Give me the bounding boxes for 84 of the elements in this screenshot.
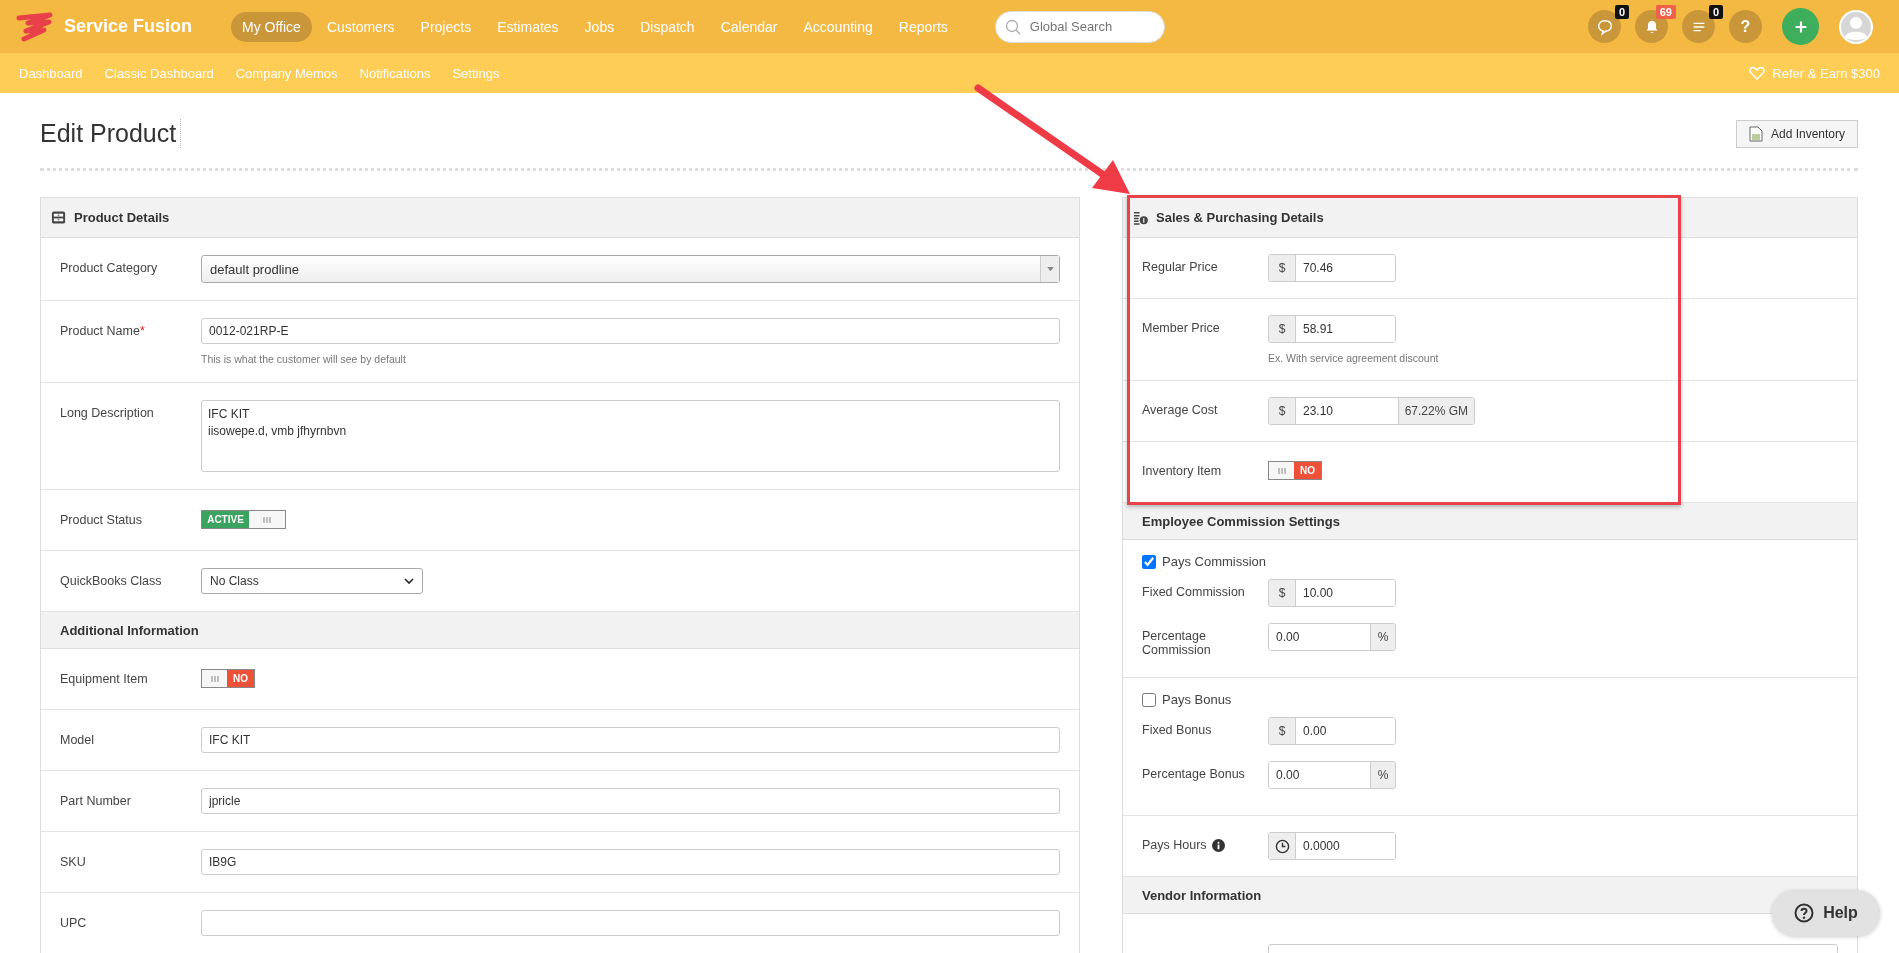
coins-icon	[1133, 210, 1148, 225]
cabinet-icon	[51, 210, 66, 225]
dropdown[interactable]: No Class	[201, 568, 423, 594]
price-field[interactable]: $ 23.10 67.22% GM	[1268, 397, 1475, 425]
percent-addon: %	[1370, 624, 1395, 650]
section-title: Additional Information	[60, 622, 199, 638]
search-icon	[1004, 18, 1021, 35]
field-label: Fixed Commission	[1142, 584, 1246, 599]
checkbox[interactable]	[1142, 554, 1156, 569]
input-field[interactable]: jpricle	[201, 788, 1060, 814]
input-field[interactable]: IB9G	[201, 849, 1060, 875]
chevron-icon	[404, 578, 414, 584]
amount-field[interactable]: $ 0.00	[1268, 717, 1396, 745]
count-badge: 0	[1614, 5, 1629, 19]
checkbox-label: Pays Bonus	[1162, 692, 1232, 707]
percent-addon: %	[1370, 762, 1395, 788]
section-title: Vendor Information	[1142, 887, 1262, 903]
list-button[interactable]	[1682, 10, 1715, 43]
amount-field[interactable]: $ 10.00	[1268, 579, 1396, 607]
grip-icon	[209, 674, 220, 683]
currency-addon: $	[1269, 580, 1296, 606]
field-label: Long Description	[60, 405, 155, 420]
field-label: Part Number	[60, 793, 132, 808]
hours-field[interactable]: 0.0000	[1268, 832, 1396, 860]
toggle-switch[interactable]: NO	[201, 669, 255, 688]
field-label: QuickBooks Class	[60, 573, 163, 588]
price-field[interactable]: $ 58.91	[1268, 315, 1396, 343]
field-label: Product Status	[60, 512, 143, 527]
search-field[interactable]: Global Search	[994, 10, 1165, 43]
field-label: Model	[60, 732, 96, 747]
field-label: Percentage Commission	[1142, 628, 1212, 657]
add-button[interactable]	[1782, 8, 1819, 45]
input-field[interactable]	[201, 910, 1060, 936]
input-field[interactable]: IFC KIT	[201, 727, 1060, 753]
clock-icon	[1274, 838, 1290, 854]
text-area[interactable]: IFC KIT iisowepe.d, vmb jfhyrnbvn	[201, 400, 1060, 472]
help-button[interactable]: ?	[1729, 10, 1762, 43]
field-label: UPC	[60, 915, 88, 930]
nav-tab[interactable]: My Office	[231, 11, 312, 42]
currency-addon: $	[1269, 398, 1296, 424]
toggle-switch[interactable]: ACTIVE	[201, 510, 286, 529]
field-label: Inventory Item	[1142, 463, 1223, 478]
field-label: Product Category	[60, 260, 159, 275]
heart-icon	[1749, 66, 1766, 80]
info-icon[interactable]	[1211, 838, 1225, 852]
currency-addon: $	[1269, 316, 1296, 342]
currency-addon: $	[1269, 255, 1296, 281]
document-icon	[1748, 125, 1763, 142]
add-inventory-button[interactable]: Add Inventory	[1735, 119, 1858, 148]
help-button[interactable]: Help	[1772, 890, 1880, 936]
question-icon	[1794, 903, 1815, 923]
help-text: Ex. With service agreement discount	[1268, 352, 1440, 364]
price-field[interactable]: $ 70.46	[1268, 254, 1396, 282]
field-label: Product Name*	[60, 323, 146, 338]
chat-button[interactable]	[1588, 10, 1621, 43]
margin-addon: 67.22% GM	[1397, 398, 1474, 424]
toggle-switch[interactable]: NO	[1268, 461, 1322, 480]
section-title: Employee Commission Settings	[1142, 513, 1340, 529]
panel-title: Product Details	[74, 210, 170, 225]
currency-addon: $	[1269, 718, 1296, 744]
field-label: Regular Price	[1142, 259, 1219, 274]
field-label: Pays Hours	[1142, 838, 1207, 852]
grip-icon	[262, 515, 272, 524]
help-text: This is what the customer will see by default	[201, 353, 407, 365]
panel-title: Sales & Purchasing Details	[1156, 210, 1324, 225]
field-label: Fixed Bonus	[1142, 722, 1213, 737]
caret-icon	[1046, 266, 1054, 272]
field-label: SKU	[60, 854, 87, 869]
brand-name: Service Fusion	[64, 16, 193, 37]
field-label: Percentage Bonus	[1142, 766, 1246, 781]
checkbox[interactable]	[1142, 692, 1156, 707]
field-label: Member Price	[1142, 320, 1221, 335]
count-badge: 69	[1655, 5, 1676, 19]
field-label: Equipment Item	[60, 671, 149, 686]
input-field[interactable]: 0012-021RP-E	[201, 318, 1060, 344]
checkbox-label: Pays Commission	[1162, 554, 1267, 569]
speech-bubble-icon	[1595, 17, 1614, 36]
amount-field[interactable]: 0.00 %	[1268, 623, 1396, 651]
grip-icon	[1276, 466, 1287, 475]
amount-field[interactable]: 0.00 %	[1268, 761, 1396, 789]
select-field[interactable]: default prodline	[201, 255, 1060, 283]
page-title: Edit Product	[40, 119, 182, 148]
count-badge: 0	[1708, 5, 1723, 19]
field-label: Average Cost	[1142, 402, 1219, 417]
